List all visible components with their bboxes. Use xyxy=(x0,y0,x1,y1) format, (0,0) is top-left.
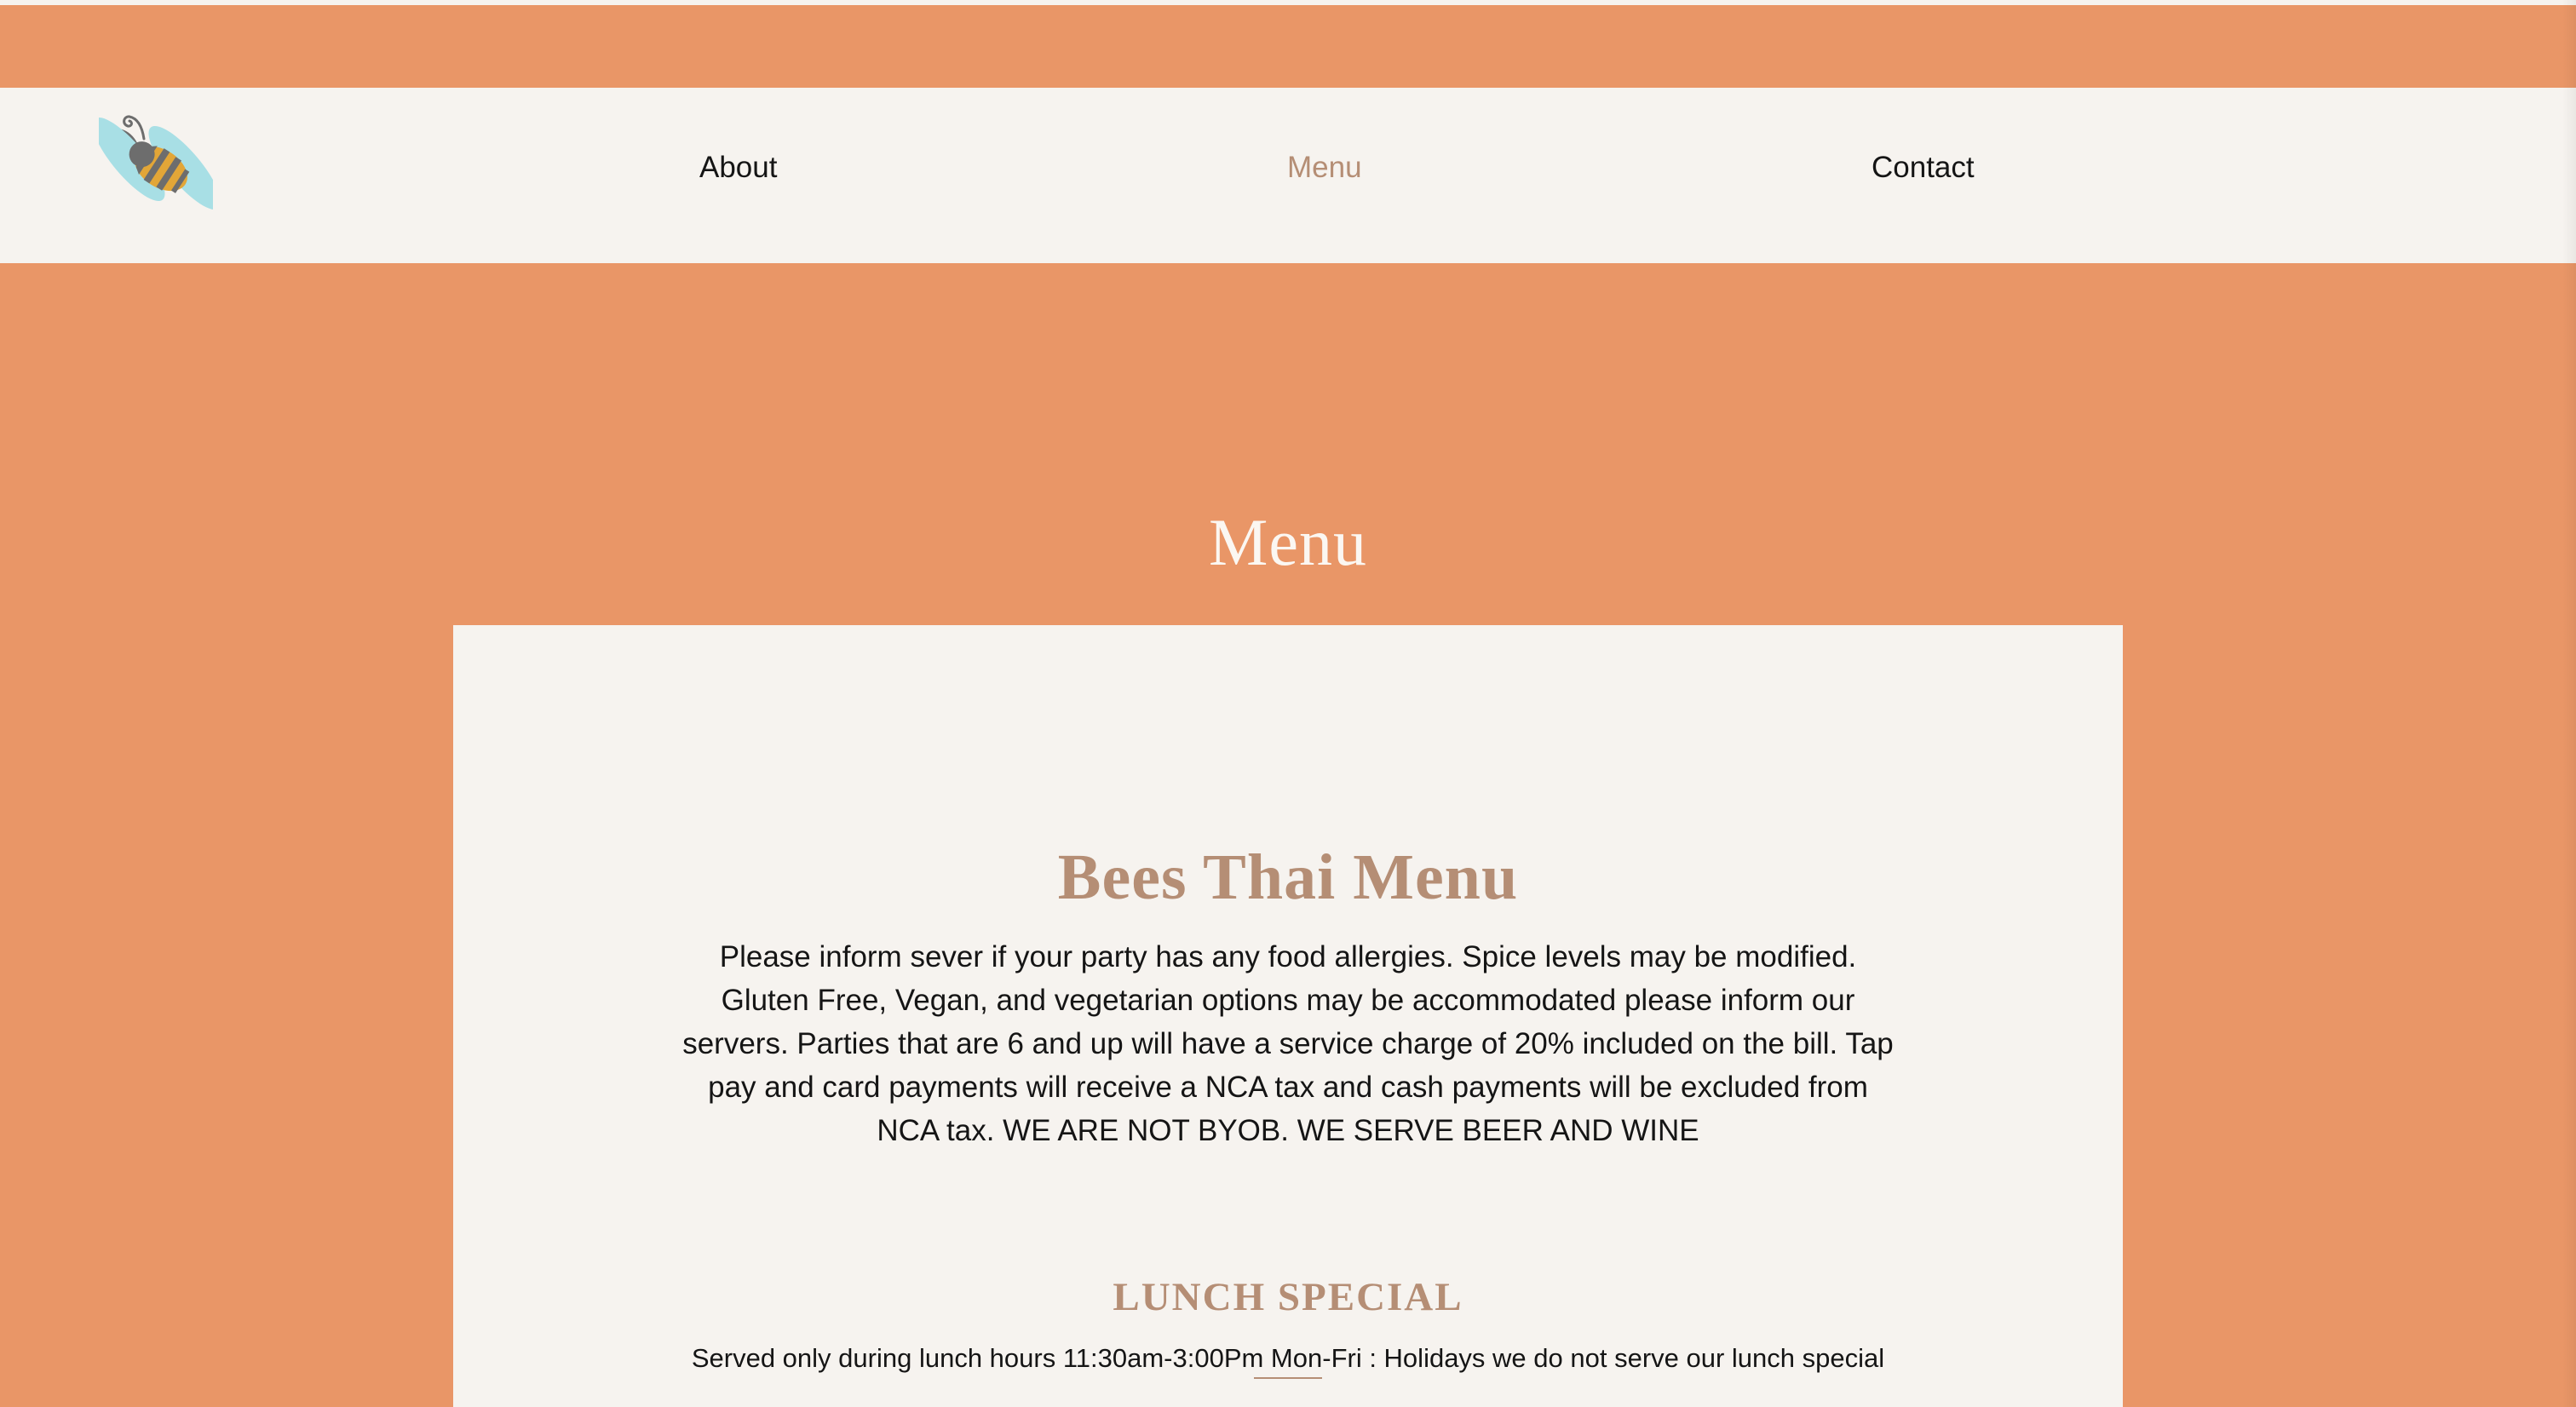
nav-link-contact[interactable]: Contact xyxy=(1872,147,1975,188)
nav-link-about[interactable]: About xyxy=(699,147,777,188)
bee-logo[interactable] xyxy=(92,111,221,216)
nav-link-menu-active[interactable]: Menu xyxy=(1287,147,1362,188)
page-title: Menu xyxy=(1209,505,1367,580)
lunch-special-hours: Served only during lunch hours 11:30am-3… xyxy=(691,1343,1885,1373)
top-hairline xyxy=(0,0,2576,5)
bee-icon xyxy=(92,115,221,210)
allergy-and-policy-notice: Please inform sever if your party has an… xyxy=(682,940,1894,1147)
lunch-special-heading: LUNCH SPECIAL xyxy=(1113,1275,1463,1319)
window-edge-shadow xyxy=(2562,0,2576,1407)
section-divider xyxy=(1254,1377,1322,1379)
menu-heading: Bees Thai Menu xyxy=(1057,841,1519,914)
page: About Menu Contact Menu Bees Thai Menu P… xyxy=(0,0,2576,1407)
